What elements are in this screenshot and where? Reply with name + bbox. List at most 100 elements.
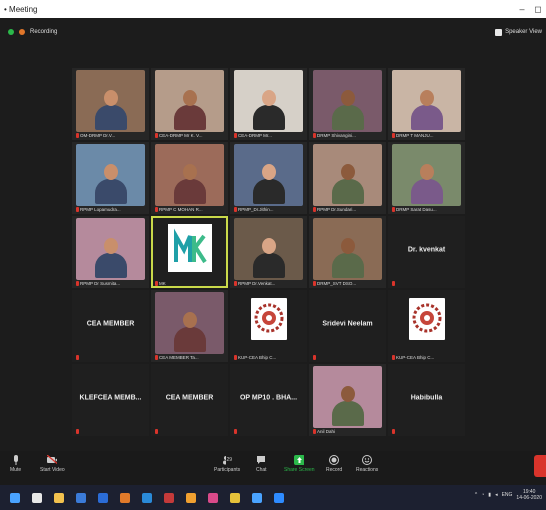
- participant-figure: [331, 164, 364, 204]
- participant-figure: [331, 386, 364, 426]
- powerpoint-icon[interactable]: [120, 492, 130, 503]
- zoom-app-icon[interactable]: [142, 492, 152, 503]
- participant-name-label: [392, 429, 461, 434]
- file-explorer-icon[interactable]: [54, 492, 64, 503]
- participant-tile[interactable]: DRMP Shivangini...: [309, 68, 386, 140]
- speaker-view-button[interactable]: Speaker View: [495, 26, 542, 38]
- participant-name-label: OM-DRMP Dr.V...: [76, 133, 145, 138]
- mic-muted-icon: [313, 281, 316, 286]
- record-label: Record: [326, 467, 343, 473]
- edge-browser-icon[interactable]: [76, 492, 86, 503]
- mic-muted-icon: [234, 355, 237, 360]
- participant-figure: [331, 238, 364, 278]
- participant-tile[interactable]: RPMP_Dr.Jithin...: [230, 142, 307, 214]
- participant-name-label: RPMP Dr.Sundari...: [313, 207, 382, 212]
- search-icon[interactable]: [32, 492, 42, 503]
- mic-muted-icon: [76, 355, 79, 360]
- mic-muted-icon: [155, 281, 158, 286]
- participant-tile[interactable]: RPMP Dr.Sundari...: [309, 142, 386, 214]
- participant-figure: [173, 312, 206, 352]
- clock[interactable]: 19:40 14-06-2020: [516, 489, 542, 501]
- maximize-button[interactable]: ◻: [530, 4, 546, 15]
- participant-tile[interactable]: DRMP T MANJU...: [388, 68, 465, 140]
- battery-icon[interactable]: ▮: [488, 492, 491, 498]
- mic-muted-icon: [313, 207, 316, 212]
- participant-tile[interactable]: CEA-DRMP Mr K. V...: [151, 68, 228, 140]
- participant-tile[interactable]: Dr. kvenkat: [388, 216, 465, 288]
- mic-muted-icon: [155, 207, 158, 212]
- mute-button[interactable]: Mute: [10, 455, 21, 473]
- participant-tile[interactable]: DRMP Sarat Dasu...: [388, 142, 465, 214]
- record-button[interactable]: Record: [326, 455, 342, 473]
- mic-muted-icon: [76, 429, 79, 434]
- minimize-button[interactable]: –: [514, 4, 530, 14]
- participants-button[interactable]: 29 Participants: [214, 455, 240, 473]
- share-screen-label: Share Screen: [284, 467, 315, 473]
- volume-icon[interactable]: ◂: [495, 492, 498, 498]
- microphone-icon: [11, 455, 21, 465]
- participants-label: Participants: [214, 467, 241, 473]
- participant-tile[interactable]: RPMP C MOHAN R...: [151, 142, 228, 214]
- participant-tile[interactable]: Sridevi Neelam: [309, 290, 386, 362]
- participant-name-text: RPMP Dr.Venkat...: [238, 281, 276, 286]
- participant-figure: [410, 164, 443, 204]
- pdf-reader-icon[interactable]: [164, 492, 174, 503]
- participant-name-label: DRMP Sarat Dasu...: [392, 207, 461, 212]
- participant-tile[interactable]: CEA-DRMP Mr...: [230, 68, 307, 140]
- participant-tile[interactable]: DRMP_SVT DSO...: [309, 216, 386, 288]
- smiley-icon: [362, 455, 373, 465]
- language-indicator[interactable]: ENG: [502, 492, 513, 498]
- network-icon[interactable]: ◔: [481, 492, 484, 498]
- windows-start-icon[interactable]: [10, 492, 20, 503]
- participant-name-text: RPMP Lopamudra...: [80, 207, 121, 212]
- mic-muted-icon: [155, 355, 158, 360]
- end-meeting-button[interactable]: [534, 455, 546, 477]
- participant-name-text: DRMP T MANJU...: [396, 133, 434, 138]
- app-icon[interactable]: [252, 492, 262, 503]
- participant-tile[interactable]: MK: [151, 216, 228, 288]
- chrome-browser-icon[interactable]: [230, 492, 240, 503]
- participant-name-label: CEA-DRMP Mr K. V...: [155, 133, 224, 138]
- folder-icon[interactable]: [186, 492, 196, 503]
- mute-label: Mute: [10, 467, 22, 473]
- window-title: • Meeting: [4, 4, 38, 14]
- participant-name-text: RPMP_Dr.Jithin...: [238, 207, 274, 212]
- participant-tile[interactable]: KUP-CEA Bhip C...: [230, 290, 307, 362]
- mic-muted-icon: [392, 355, 395, 360]
- participant-tile[interactable]: OP MP10 . BHA...: [230, 364, 307, 436]
- organization-logo: [408, 298, 445, 340]
- participant-tile[interactable]: CEA MEMBER: [72, 290, 149, 362]
- start-video-button[interactable]: Start Video: [40, 455, 65, 473]
- reactions-button[interactable]: Reactions: [356, 455, 378, 473]
- participant-name-label: [313, 355, 382, 360]
- participant-tile[interactable]: RPMP Dr Susmita...: [72, 216, 149, 288]
- participant-tile[interactable]: CEA MEMBER: [151, 364, 228, 436]
- participant-tile[interactable]: Habibulla: [388, 364, 465, 436]
- meeting-controls: Mute Start Video 29 Participants Chat Sh…: [0, 451, 546, 485]
- mic-muted-icon: [392, 133, 395, 138]
- participant-display-name: KLEFCEA MEMB...: [79, 394, 142, 402]
- participant-name-label: CEA MEMBER Ta...: [155, 355, 224, 360]
- participant-name-label: Anil Dahi: [313, 429, 382, 434]
- active-app-icon[interactable]: [274, 492, 284, 503]
- participant-name-text: Anil Dahi: [317, 429, 336, 434]
- participant-name-text: RPMP C MOHAN R...: [159, 207, 203, 212]
- chevron-up-icon[interactable]: ^: [475, 492, 477, 498]
- shield-icon[interactable]: [8, 29, 14, 35]
- share-screen-button[interactable]: Share Screen: [284, 455, 315, 473]
- media-player-icon[interactable]: [208, 492, 218, 503]
- chat-button[interactable]: Chat: [256, 455, 267, 473]
- reactions-label: Reactions: [356, 467, 379, 473]
- participant-tile[interactable]: RPMP Dr.Venkat...: [230, 216, 307, 288]
- mic-muted-icon: [234, 133, 237, 138]
- meeting-area: Recording Speaker View OM-DRMP Dr.V... CE…: [0, 18, 546, 451]
- participant-tile[interactable]: Anil Dahi: [309, 364, 386, 436]
- participant-tile[interactable]: KUP-CEA Bhip C...: [388, 290, 465, 362]
- participant-tile[interactable]: CEA MEMBER Ta...: [151, 290, 228, 362]
- word-icon[interactable]: [98, 492, 108, 503]
- window-titlebar: • Meeting – ◻: [0, 0, 546, 18]
- participant-tile[interactable]: RPMP Lopamudra...: [72, 142, 149, 214]
- participant-tile[interactable]: OM-DRMP Dr.V...: [72, 68, 149, 140]
- participant-tile[interactable]: KLEFCEA MEMB...: [72, 364, 149, 436]
- participant-figure: [252, 164, 285, 204]
